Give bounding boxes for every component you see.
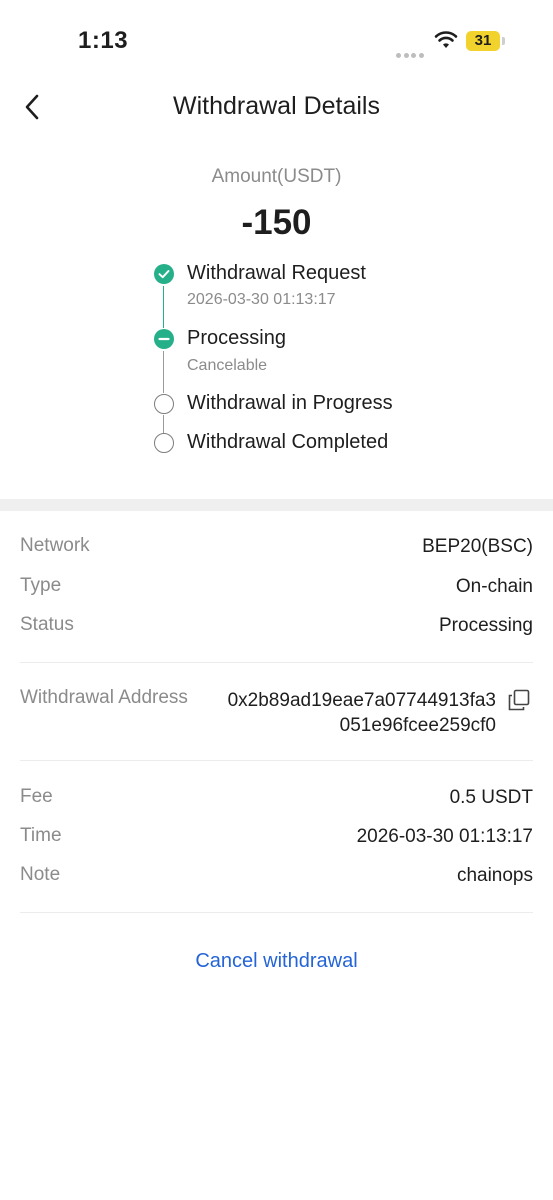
row-separator	[20, 912, 533, 913]
status-bar: 1:13 31	[0, 0, 553, 80]
battery-cap	[502, 37, 505, 45]
page-header: Withdrawal Details	[0, 80, 553, 134]
battery-icon: 31	[466, 31, 500, 51]
cancel-withdrawal-button[interactable]: Cancel withdrawal	[0, 950, 553, 973]
network-label: Network	[20, 535, 90, 556]
step-timestamp: 2026-03-30 01:13:17	[187, 291, 336, 308]
status-time: 1:13	[78, 27, 129, 54]
copy-icon[interactable]	[508, 689, 530, 711]
withdrawal-address-value: 0x2b89ad19eae7a07744913fa3051e96fcee259c…	[227, 690, 496, 736]
section-divider	[0, 499, 553, 511]
step-current-icon	[154, 329, 174, 349]
step-title: Withdrawal Request	[187, 262, 366, 284]
page-title: Withdrawal Details	[172, 92, 380, 120]
check-icon	[158, 270, 170, 279]
network-value: BEP20(BSC)	[422, 536, 533, 557]
row-separator	[20, 760, 533, 761]
step-pending-icon	[154, 394, 174, 414]
step-title: Processing	[187, 327, 286, 349]
row-separator	[20, 662, 533, 663]
step-connector	[163, 286, 165, 328]
note-value: chainops	[456, 865, 533, 886]
step-pending-icon	[154, 433, 174, 453]
wifi-icon	[434, 31, 458, 48]
step-connector	[163, 351, 165, 393]
cellular-signal-icon	[396, 45, 426, 63]
step-title: Withdrawal in Progress	[187, 392, 393, 414]
type-value: On-chain	[455, 576, 533, 597]
amount-label: Amount(USDT)	[211, 166, 342, 187]
step-connector	[163, 415, 165, 433]
time-label: Time	[20, 825, 62, 846]
minus-icon	[158, 337, 170, 341]
withdrawal-address-label: Withdrawal Address	[20, 687, 188, 708]
status-label: Status	[20, 614, 74, 635]
status-value: Processing	[439, 615, 533, 636]
fee-value: 0.5 USDT	[449, 787, 533, 808]
step-title: Withdrawal Completed	[187, 431, 389, 453]
step-subtitle: Cancelable	[187, 357, 268, 374]
time-value: 2026-03-30 01:13:17	[356, 826, 533, 847]
amount-value: -150	[241, 203, 312, 242]
fee-label: Fee	[20, 786, 53, 807]
note-label: Note	[20, 864, 61, 885]
type-label: Type	[20, 575, 62, 596]
step-done-icon	[154, 264, 174, 284]
